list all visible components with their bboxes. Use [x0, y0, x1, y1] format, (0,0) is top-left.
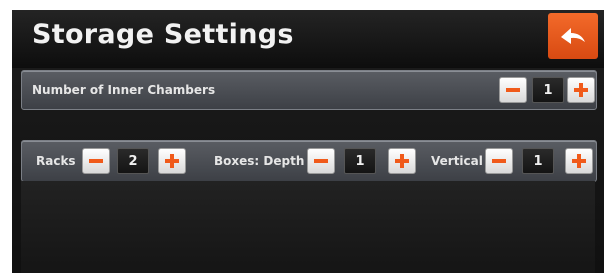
minus-icon: [89, 159, 103, 163]
racks-decrement-button[interactable]: [82, 148, 110, 174]
boxes-depth-decrement-button[interactable]: [307, 148, 335, 174]
plus-icon: [395, 154, 409, 168]
chambers-row: Number of Inner Chambers 1: [21, 70, 597, 110]
vertical-increment-button[interactable]: [565, 148, 593, 174]
minus-icon: [506, 88, 520, 92]
plus-icon: [165, 154, 179, 168]
chambers-increment-button[interactable]: [567, 77, 595, 103]
plus-icon: [574, 83, 588, 97]
racks-value: 2: [117, 148, 149, 174]
back-button[interactable]: [548, 13, 598, 59]
page-title: Storage Settings: [32, 19, 294, 50]
back-arrow-icon: [561, 28, 585, 44]
chambers-value: 1: [532, 77, 564, 103]
boxes-depth-label: Boxes: Depth: [214, 154, 305, 168]
boxes-depth-value: 1: [344, 148, 376, 174]
plus-icon: [572, 154, 586, 168]
chambers-label: Number of Inner Chambers: [32, 83, 216, 97]
storage-preview-area: [21, 181, 595, 273]
header-bar: Storage Settings: [12, 10, 604, 68]
layout-row: Racks 2 Boxes: Depth 1 Vertical 1: [21, 140, 597, 182]
racks-increment-button[interactable]: [158, 148, 186, 174]
vertical-label: Vertical: [431, 154, 483, 168]
vertical-value: 1: [522, 148, 554, 174]
racks-label: Racks: [36, 154, 76, 168]
minus-icon: [492, 159, 506, 163]
vertical-decrement-button[interactable]: [485, 148, 513, 174]
boxes-depth-increment-button[interactable]: [388, 148, 416, 174]
storage-settings-window: Storage Settings Number of Inner Chamber…: [12, 10, 604, 273]
minus-icon: [314, 159, 328, 163]
chambers-decrement-button[interactable]: [499, 77, 527, 103]
